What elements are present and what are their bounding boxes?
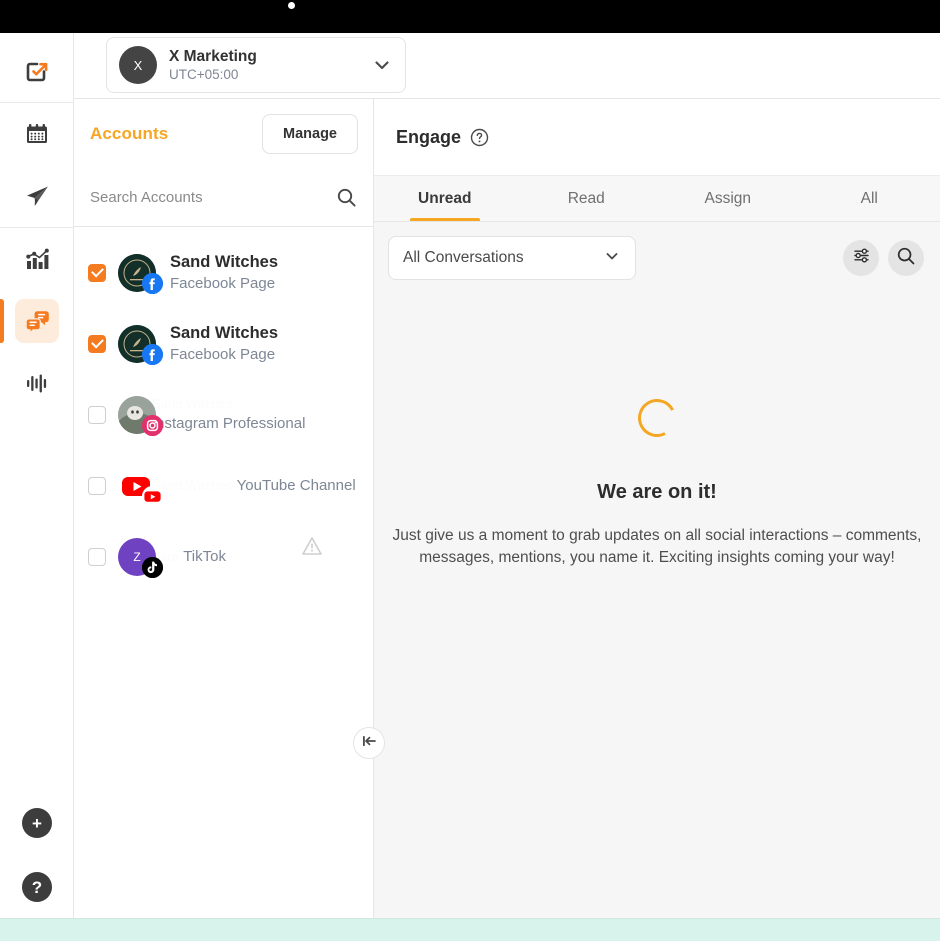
tab-assign[interactable]: Assign (657, 176, 799, 221)
list-item[interactable]: Sand Witches YouTube Channel (74, 450, 373, 521)
account-type: Instagram Professional (152, 415, 306, 432)
engage-filter-bar: All Conversations (374, 222, 940, 294)
sidebar-item-listening[interactable] (0, 352, 74, 414)
list-item[interactable]: Sand Witches Facebook Page (74, 308, 373, 379)
page-title: Accounts (90, 124, 169, 143)
account-name: Sand Witches (152, 478, 233, 493)
workspace-picker[interactable]: X X Marketing UTC+05:00 (106, 37, 406, 93)
account-checkbox[interactable] (88, 476, 106, 495)
empty-state-description: Just give us a moment to grab updates on… (392, 527, 922, 566)
tab-all[interactable]: All (799, 176, 940, 221)
accounts-search-bar (74, 169, 373, 227)
sidebar-item-publish[interactable] (0, 165, 74, 227)
engage-tabs: Unread Read Assign All (374, 176, 940, 222)
app-root: + ? X X Marketing UTC+05:00 Accounts Man… (0, 0, 940, 941)
search-input[interactable] (90, 189, 328, 206)
sidebar-item-calendar[interactable] (0, 103, 74, 165)
chat-bubbles-icon (15, 299, 59, 343)
search-icon[interactable] (336, 187, 357, 208)
account-type: TikTok (183, 548, 226, 565)
account-type: YouTube Channel (236, 477, 356, 494)
workspace-avatar: X (119, 46, 157, 84)
collapse-left-icon (360, 732, 378, 755)
engage-title: Engage (396, 126, 462, 147)
sidebar-item-tasks[interactable] (0, 40, 74, 102)
account-name: Sand Witches (152, 396, 233, 411)
sidebar-item-engage[interactable] (0, 290, 74, 352)
left-nav-rail: + ? (0, 33, 74, 918)
conversation-filter-value: All Conversations (403, 249, 524, 266)
filter-settings-button[interactable] (843, 240, 879, 276)
account-checkbox[interactable] (88, 547, 106, 566)
loading-spinner-icon (633, 394, 681, 442)
workspace-header: X X Marketing UTC+05:00 (74, 33, 940, 99)
warning-icon[interactable] (301, 535, 323, 562)
rail-bottom-actions: + ? (0, 808, 74, 902)
engage-empty-state: We are on it! Just give us a moment to g… (374, 394, 940, 569)
facebook-icon (142, 272, 163, 294)
empty-state-title: We are on it! (597, 481, 717, 503)
workspace-name: X Marketing (169, 47, 257, 65)
accounts-header: Accounts Manage (74, 99, 373, 169)
account-meta: Sand Witches Facebook Page (170, 252, 357, 294)
account-name: Sand Witches (170, 252, 279, 271)
youtube-icon (142, 485, 163, 507)
tab-read[interactable]: Read (516, 176, 658, 221)
account-meta: Zara TikTok (152, 546, 226, 567)
account-meta: Sand Witches YouTube Channel (152, 475, 356, 496)
sliders-icon (852, 246, 871, 270)
list-item[interactable]: Sand Witches Facebook Page (74, 237, 373, 308)
tiktok-icon (142, 556, 163, 578)
checkbox-arrow-icon (15, 49, 59, 93)
conversation-filter-select[interactable]: All Conversations (388, 236, 636, 280)
question-circle-icon[interactable] (470, 128, 489, 147)
account-name: Sand Witches (170, 323, 279, 342)
chevron-down-icon (371, 54, 393, 76)
account-checkbox[interactable] (88, 263, 106, 282)
add-button[interactable]: + (22, 808, 52, 838)
calendar-icon (15, 112, 59, 156)
instagram-icon (142, 414, 163, 436)
list-item[interactable]: Sand Witches Instagram Professional (74, 379, 373, 450)
avatar (118, 253, 163, 294)
chevron-down-icon (603, 247, 621, 270)
avatar: Z (118, 537, 163, 578)
search-icon (896, 246, 916, 271)
camera-dot-icon (288, 2, 295, 9)
paper-plane-icon (15, 174, 59, 218)
screen-top-bar (0, 0, 940, 33)
bar-chart-icon (15, 237, 59, 281)
engage-panel: Engage Unread Read Assign All All Conver… (374, 99, 940, 918)
bottom-status-bar (0, 918, 940, 941)
collapse-panel-button[interactable] (353, 727, 385, 759)
account-checkbox[interactable] (88, 334, 106, 353)
avatar (118, 395, 163, 436)
engage-header: Engage (374, 99, 940, 176)
tab-unread[interactable]: Unread (374, 176, 516, 221)
account-meta: Sand Witches Instagram Professional (152, 395, 357, 434)
account-type: Facebook Page (170, 274, 276, 292)
account-type: Facebook Page (170, 345, 276, 363)
avatar (118, 324, 163, 365)
engage-search-button[interactable] (888, 240, 924, 276)
accounts-panel: Accounts Manage Search Accounts Sand Wit… (74, 99, 374, 918)
workspace-timezone: UTC+05:00 (169, 66, 239, 82)
account-checkbox[interactable] (88, 405, 106, 424)
list-item[interactable]: Z Zara TikTok (74, 521, 373, 592)
help-button[interactable]: ? (22, 872, 52, 902)
accounts-list: Sand Witches Facebook Page Sand Witches … (74, 227, 373, 592)
avatar (118, 466, 163, 507)
facebook-icon (142, 343, 163, 365)
account-meta: Sand Witches Facebook Page (170, 323, 357, 365)
sidebar-item-analytics[interactable] (0, 228, 74, 290)
audio-wave-icon (15, 361, 59, 405)
workspace-text: X Marketing UTC+05:00 (169, 47, 371, 84)
manage-button[interactable]: Manage (262, 114, 358, 154)
